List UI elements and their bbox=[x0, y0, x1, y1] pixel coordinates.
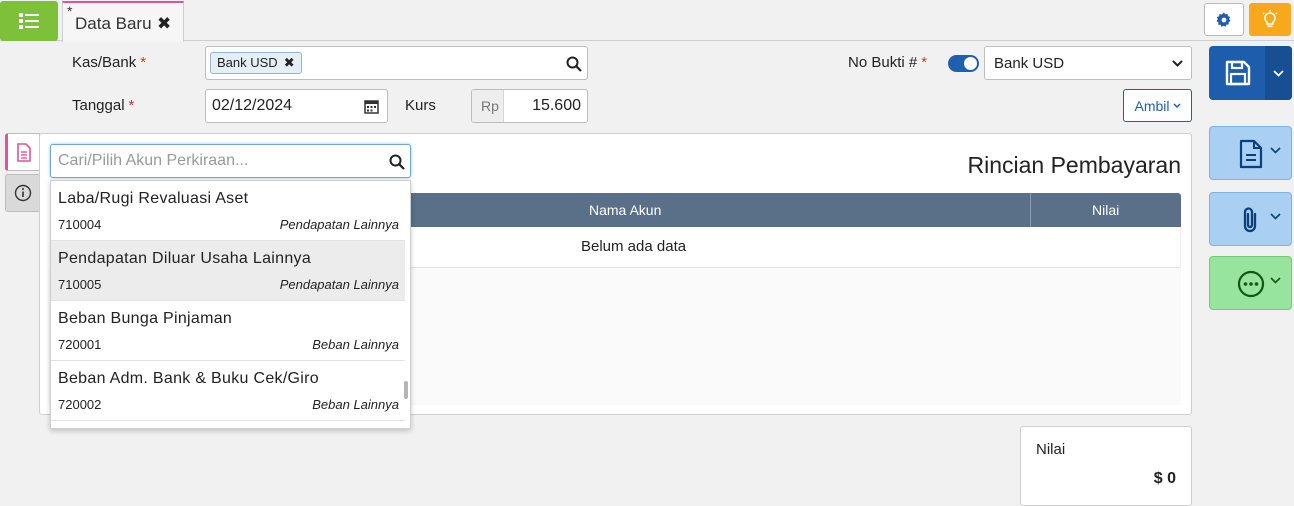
kurs-value: 15.600 bbox=[532, 97, 581, 114]
paperclip-icon bbox=[1243, 207, 1257, 233]
no-bukti-select[interactable]: Bank USD bbox=[984, 46, 1192, 80]
document-icon bbox=[16, 142, 31, 162]
tanggal-field[interactable]: 02/12/2024 bbox=[205, 89, 388, 123]
list-icon bbox=[19, 13, 39, 29]
summary-value: $ 0 bbox=[1153, 470, 1176, 487]
tanggal-value: 02/12/2024 bbox=[212, 97, 293, 114]
no-bukti-toggle[interactable] bbox=[948, 55, 979, 72]
account-option[interactable]: Beban Adm. Bank & Buku Cek/Giro 720002 B… bbox=[51, 361, 405, 421]
search-icon[interactable] bbox=[389, 154, 405, 170]
no-bukti-selected: Bank USD bbox=[994, 55, 1065, 72]
tab-detail[interactable] bbox=[5, 133, 40, 171]
kas-bank-label: Kas/Bank * bbox=[72, 54, 147, 71]
dropdown-scrollbar[interactable] bbox=[404, 381, 408, 399]
summary-box: Nilai $ 0 bbox=[1020, 426, 1192, 506]
tab-title: Data Baru bbox=[75, 14, 152, 33]
gear-icon bbox=[1216, 12, 1231, 27]
kurs-label: Kurs bbox=[405, 97, 436, 114]
more-icon bbox=[1237, 270, 1265, 298]
panel-title: Rincian Pembayaran bbox=[967, 152, 1181, 178]
summary-label: Nilai bbox=[1036, 441, 1066, 458]
column-header-nilai: Nilai bbox=[1092, 202, 1120, 218]
account-search-input[interactable]: Cari/Pilih Akun Perkiraan... bbox=[50, 144, 411, 178]
chip-remove-icon[interactable]: ✖ bbox=[284, 55, 295, 70]
lightbulb-icon bbox=[1262, 9, 1278, 27]
top-bar bbox=[0, 0, 1294, 41]
document-button[interactable] bbox=[1209, 126, 1292, 180]
search-icon[interactable] bbox=[566, 56, 582, 72]
empty-state-text: Belum ada data bbox=[581, 238, 687, 255]
document-icon bbox=[1239, 139, 1263, 169]
attachment-button[interactable] bbox=[1209, 192, 1292, 246]
no-bukti-label: No Bukti # * bbox=[848, 54, 928, 71]
tab-data-baru[interactable]: * Data Baru ✖ bbox=[62, 1, 184, 42]
ambil-button[interactable]: Ambil bbox=[1123, 89, 1192, 122]
currency-prefix: Rp bbox=[481, 98, 499, 114]
chevron-down-icon bbox=[1273, 69, 1284, 77]
account-search-placeholder: Cari/Pilih Akun Perkiraan... bbox=[58, 152, 249, 169]
account-option[interactable]: Beban Bunga Pinjaman 720001 Beban Lainny… bbox=[51, 301, 405, 361]
modified-marker: * bbox=[67, 3, 73, 19]
save-icon bbox=[1225, 60, 1251, 86]
column-divider bbox=[1030, 193, 1031, 227]
settings-button[interactable] bbox=[1204, 3, 1244, 36]
chevron-down-icon bbox=[1270, 147, 1281, 154]
close-icon[interactable]: ✖ bbox=[157, 14, 171, 34]
account-option-highlighted[interactable]: Pendapatan Diluar Usaha Lainnya 710005 P… bbox=[51, 241, 405, 301]
tips-button[interactable] bbox=[1249, 3, 1291, 36]
kurs-field[interactable]: Rp 15.600 bbox=[471, 89, 588, 123]
kas-bank-field[interactable]: Bank USD ✖ bbox=[205, 46, 588, 80]
chevron-down-icon bbox=[1172, 102, 1181, 108]
tab-info[interactable] bbox=[5, 174, 40, 212]
menu-button[interactable] bbox=[0, 1, 58, 41]
kas-bank-chip: Bank USD ✖ bbox=[210, 52, 302, 74]
save-dropdown-toggle[interactable] bbox=[1265, 46, 1292, 100]
chevron-down-icon bbox=[1172, 60, 1183, 67]
account-dropdown-list: Laba/Rugi Revaluasi Aset 710004 Pendapat… bbox=[50, 180, 411, 429]
info-icon bbox=[14, 184, 31, 202]
toggle-knob bbox=[964, 57, 977, 70]
column-header-nama-akun: Nama Akun bbox=[589, 202, 662, 218]
calendar-icon[interactable] bbox=[364, 99, 379, 114]
account-option[interactable]: Laba/Rugi Revaluasi Aset 710004 Pendapat… bbox=[51, 181, 405, 241]
more-button[interactable] bbox=[1209, 256, 1292, 310]
chevron-down-icon bbox=[1270, 213, 1281, 220]
save-button[interactable] bbox=[1209, 46, 1292, 100]
tanggal-label: Tanggal * bbox=[72, 97, 135, 114]
chevron-down-icon bbox=[1270, 277, 1281, 284]
